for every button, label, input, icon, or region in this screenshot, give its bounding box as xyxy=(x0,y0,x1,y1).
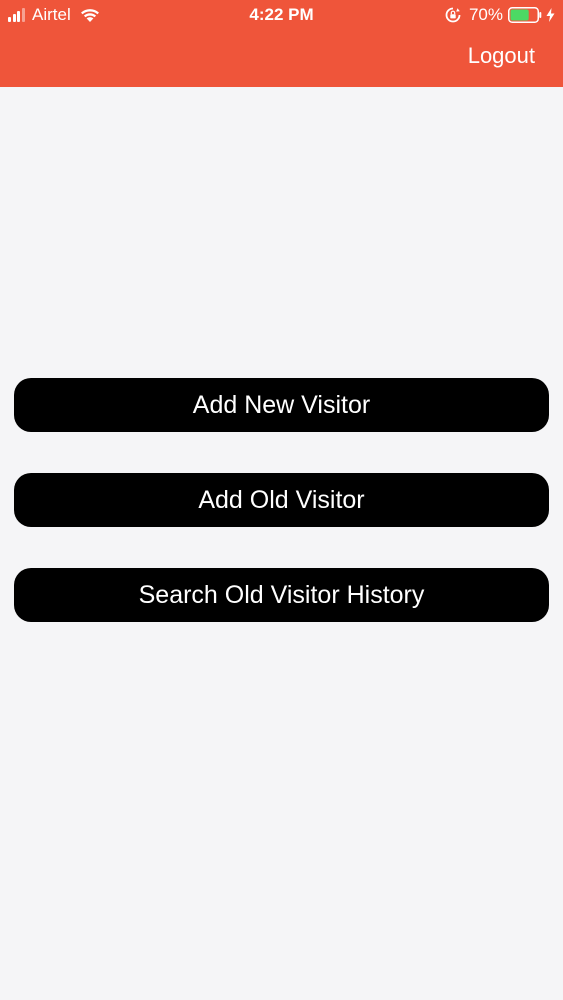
rotation-lock-icon xyxy=(445,7,461,23)
battery-icon xyxy=(508,7,542,23)
app-header: Airtel 4:22 PM 70% Logout xyxy=(0,0,563,87)
status-right: 70% xyxy=(445,5,555,25)
status-bar: Airtel 4:22 PM 70% xyxy=(0,0,563,30)
logout-button[interactable]: Logout xyxy=(468,43,535,69)
battery-percentage: 70% xyxy=(468,5,503,24)
battery-fill xyxy=(510,9,529,21)
add-new-visitor-button[interactable]: Add New Visitor xyxy=(14,378,549,432)
charging-bolt-icon xyxy=(546,8,555,22)
search-old-visitor-history-button[interactable]: Search Old Visitor History xyxy=(14,568,549,622)
add-old-visitor-button[interactable]: Add Old Visitor xyxy=(14,473,549,527)
